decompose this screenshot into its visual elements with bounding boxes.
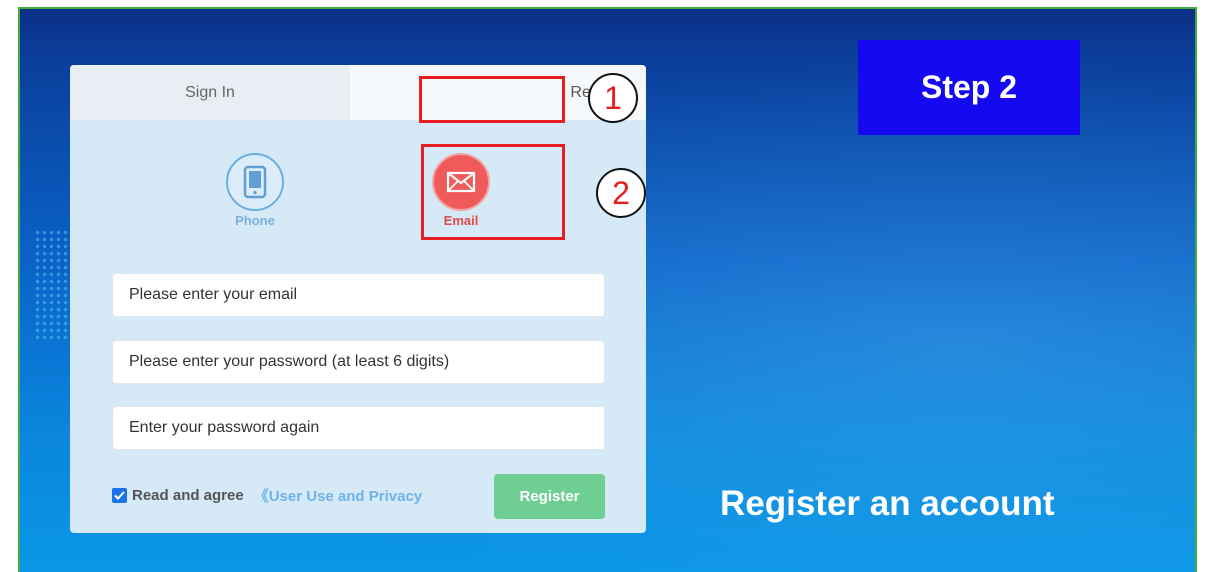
register-button[interactable]: Register bbox=[494, 474, 605, 519]
tab-sign-in[interactable]: Sign In bbox=[70, 65, 350, 120]
check-icon bbox=[114, 491, 125, 500]
phone-icon bbox=[226, 153, 284, 211]
step-marker-1: 1 bbox=[588, 73, 638, 123]
register-card: Sign In Register Phone Email Please ente… bbox=[70, 65, 646, 533]
highlight-box-register-tab bbox=[419, 76, 565, 123]
phone-label: Phone bbox=[235, 213, 275, 228]
highlight-box-email-option bbox=[421, 144, 565, 240]
agree-row: Read and agree 《User Use and Privacy bbox=[112, 485, 459, 506]
email-field[interactable]: Please enter your email bbox=[112, 273, 605, 317]
agree-text: Read and agree bbox=[132, 487, 244, 504]
password-field[interactable]: Please enter your password (at least 6 d… bbox=[112, 340, 605, 384]
step-label: Step 2 bbox=[858, 40, 1080, 135]
agree-checkbox[interactable] bbox=[112, 488, 127, 503]
phone-method-option[interactable]: Phone bbox=[225, 153, 285, 228]
step-marker-2: 2 bbox=[596, 168, 646, 218]
caption: Register an account bbox=[720, 484, 1055, 523]
confirm-password-field[interactable]: Enter your password again bbox=[112, 406, 605, 450]
privacy-policy-link[interactable]: 《User Use and Privacy bbox=[254, 485, 459, 506]
